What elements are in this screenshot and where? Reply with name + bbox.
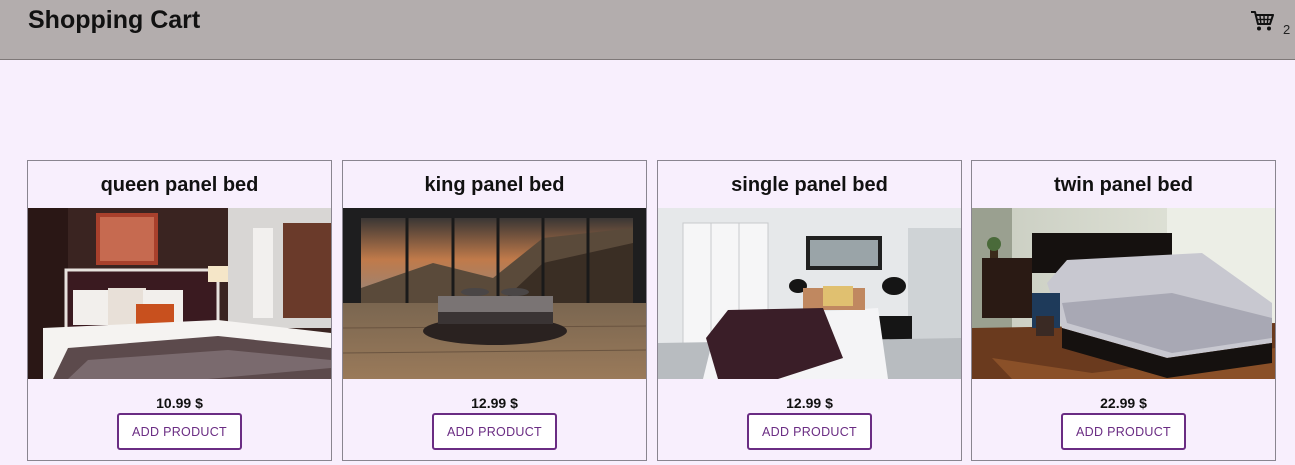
cart-count-badge: 2 — [1283, 22, 1291, 37]
product-image — [28, 208, 331, 379]
product-card: single panel bed 12.99 $ ADD PRODUCT — [657, 160, 962, 461]
product-card: twin panel bed 22.99 $ ADD PRODUCT — [971, 160, 1276, 461]
product-name: king panel bed — [424, 174, 565, 196]
product-price: 10.99 $ — [156, 395, 203, 411]
product-name: queen panel bed — [100, 174, 259, 196]
product-card: king panel bed 12.99 $ ADD PRODUCT — [342, 160, 647, 461]
shopping-cart-icon — [1251, 11, 1274, 31]
add-product-button[interactable]: ADD PRODUCT — [117, 413, 242, 450]
product-image — [658, 208, 961, 379]
product-image — [343, 208, 646, 379]
cart-button[interactable]: 2 — [1250, 10, 1294, 40]
app-header: Shopping Cart 2 — [0, 0, 1295, 60]
product-name: twin panel bed — [1054, 174, 1193, 196]
add-product-button[interactable]: ADD PRODUCT — [1061, 413, 1186, 450]
product-price: 12.99 $ — [786, 395, 833, 411]
product-name: single panel bed — [731, 174, 888, 196]
page-title: Shopping Cart — [28, 6, 201, 34]
add-product-button[interactable]: ADD PRODUCT — [747, 413, 872, 450]
product-image — [972, 208, 1275, 379]
product-card: queen panel bed 10.99 $ ADD PRODUCT — [27, 160, 332, 461]
bedroom-photo — [28, 208, 331, 379]
product-price: 22.99 $ — [1100, 395, 1147, 411]
product-price: 12.99 $ — [471, 395, 518, 411]
bedroom-photo — [658, 208, 961, 379]
bedroom-photo — [343, 208, 646, 379]
bedroom-photo — [972, 208, 1275, 379]
add-product-button[interactable]: ADD PRODUCT — [432, 413, 557, 450]
